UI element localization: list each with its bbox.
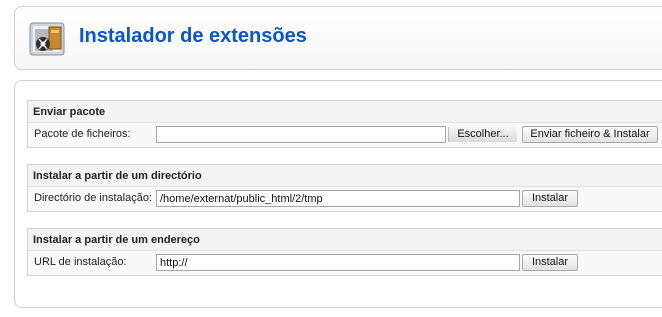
- package-file-field[interactable]: [156, 126, 446, 143]
- upload-row: Pacote de ficheiros: Escolher... Enviar …: [28, 123, 662, 147]
- header-panel: Instalador de extensões: [14, 6, 662, 70]
- package-installer-icon: [29, 22, 65, 56]
- install-url-field[interactable]: [156, 254, 520, 271]
- browse-button[interactable]: Escolher...: [448, 127, 517, 142]
- url-install-section: Instalar a partir de um endereço URL de …: [27, 228, 662, 276]
- directory-install-section: Instalar a partir de um directório Direc…: [27, 164, 662, 212]
- upload-package-section: Enviar pacote Pacote de ficheiros: Escol…: [27, 100, 662, 148]
- install-form-panel: Enviar pacote Pacote de ficheiros: Escol…: [14, 80, 662, 308]
- directory-install-button[interactable]: Instalar: [522, 190, 578, 207]
- install-directory-field[interactable]: [156, 190, 520, 207]
- section-title-directory: Instalar a partir de um directório: [28, 165, 662, 187]
- directory-row: Directório de instalação: Instalar: [28, 187, 662, 211]
- url-install-button[interactable]: Instalar: [522, 254, 578, 271]
- section-title-upload: Enviar pacote: [28, 101, 662, 123]
- install-url-label: URL de instalação:: [34, 256, 127, 268]
- upload-install-button[interactable]: Enviar ficheiro & Instalar: [522, 126, 658, 143]
- install-directory-label: Directório de instalação:: [34, 192, 153, 204]
- page-title: Instalador de extensões: [79, 25, 307, 47]
- package-file-label: Pacote de ficheiros:: [34, 128, 131, 140]
- url-row: URL de instalação: Instalar: [28, 251, 662, 275]
- section-title-url: Instalar a partir de um endereço: [28, 229, 662, 251]
